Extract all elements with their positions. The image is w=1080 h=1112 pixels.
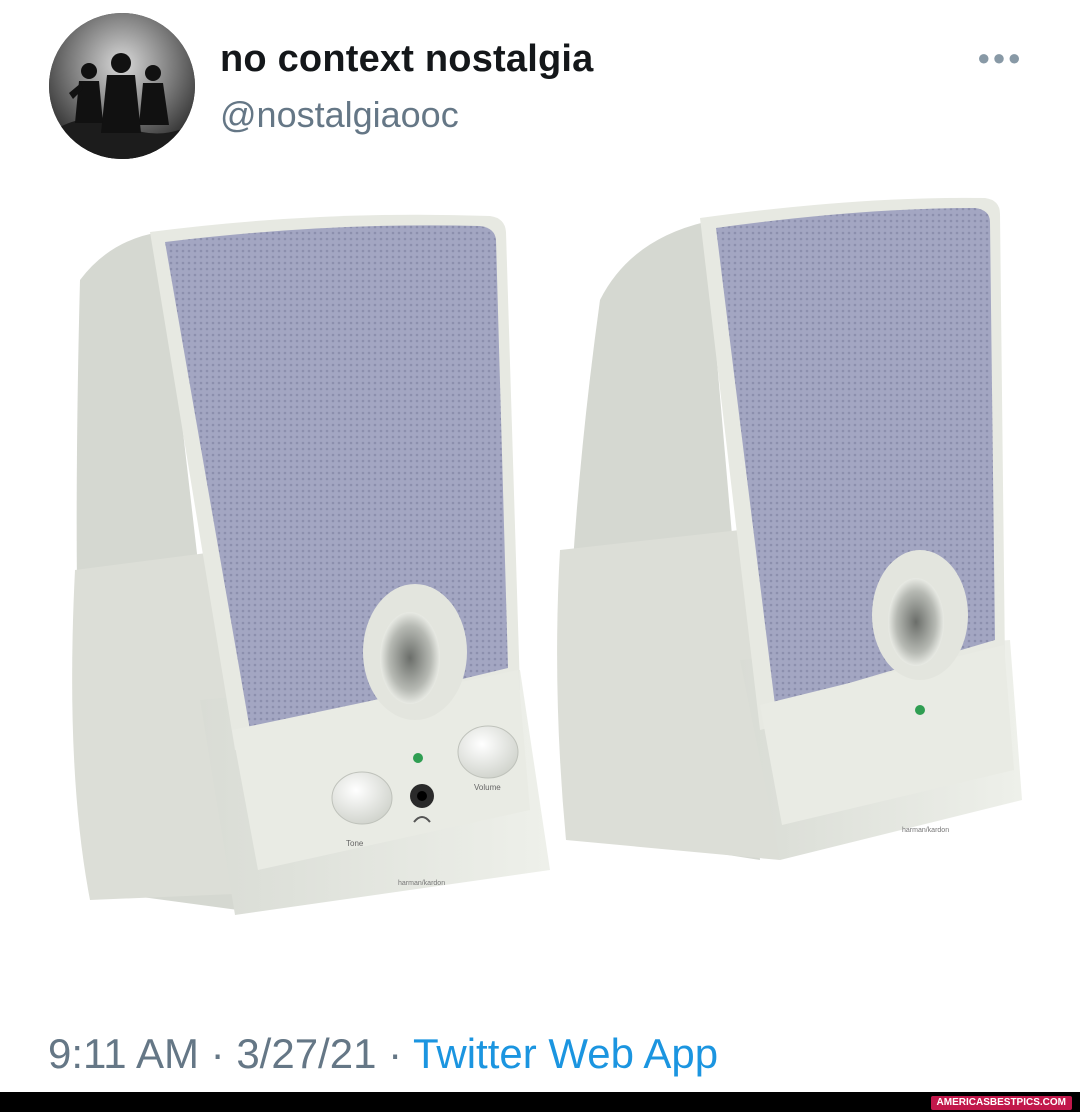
more-horizontal-icon: ●●●: [977, 45, 1023, 70]
meta-separator: ·: [376, 1030, 414, 1077]
tweet-time[interactable]: 9:11 AM: [48, 1030, 199, 1077]
avatar[interactable]: [49, 13, 195, 159]
user-handle[interactable]: @nostalgiaooc: [220, 94, 459, 136]
tone-label: Tone: [346, 839, 364, 848]
tweet-date[interactable]: 3/27/21: [236, 1030, 376, 1077]
footer-bar: [0, 1092, 1080, 1112]
speaker-left: Tone Volume harman/kardon: [72, 214, 550, 915]
brand-label-right: harman/kardon: [902, 827, 949, 834]
speaker-right: harman/kardon: [557, 197, 1022, 860]
tweet-source-link[interactable]: Twitter Web App: [413, 1030, 718, 1077]
watermark: AMERICASBESTPICS.COM: [930, 1096, 1072, 1110]
tweet-media-image[interactable]: Tone Volume harman/kardon harman/kardon: [0, 170, 1080, 1010]
volume-label: Volume: [474, 783, 501, 792]
more-options-button[interactable]: ●●●: [968, 40, 1032, 76]
brand-label-left: harman/kardon: [398, 880, 445, 887]
meta-separator: ·: [198, 1030, 237, 1077]
display-name[interactable]: no context nostalgia: [220, 38, 593, 81]
tweet-meta: 9:11 AM · 3/27/21 · Twitter Web App: [48, 1030, 718, 1078]
